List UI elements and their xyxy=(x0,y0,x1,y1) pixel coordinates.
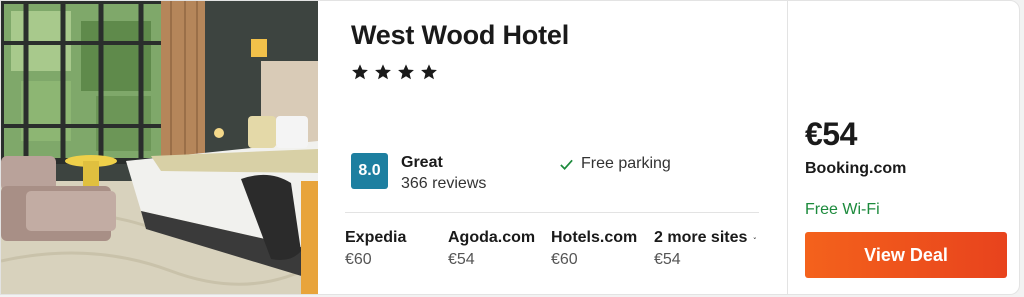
other-sites-list: Expedia €60 Agoda.com €54 Hotels.com €60… xyxy=(345,228,757,272)
deal-provider: Booking.com xyxy=(805,160,907,177)
site-offer-agoda[interactable]: Agoda.com €54 xyxy=(448,228,551,272)
more-sites-text: 2 more sites xyxy=(654,229,748,246)
star-icon xyxy=(352,64,368,80)
star-icon xyxy=(375,64,391,80)
hotel-result-card[interactable]: West Wood Hotel 8.0 Great 366 reviews Fr… xyxy=(0,0,1020,295)
view-deal-button[interactable]: View Deal xyxy=(805,232,1007,278)
star-rating xyxy=(351,63,438,81)
site-name: Expedia xyxy=(345,229,407,246)
star-icon xyxy=(421,64,437,80)
review-rating[interactable]: 8.0 Great 366 reviews xyxy=(351,153,486,195)
chevron-down-icon xyxy=(753,237,757,239)
hotel-info: West Wood Hotel 8.0 Great 366 reviews Fr… xyxy=(318,1,787,294)
site-offer-hotels[interactable]: Hotels.com €60 xyxy=(551,228,654,272)
more-sites-label: 2 more sites xyxy=(654,228,757,248)
site-offer-expedia[interactable]: Expedia €60 xyxy=(345,228,448,272)
deal-perk: Free Wi-Fi xyxy=(805,201,880,218)
check-icon xyxy=(560,159,573,170)
site-price: €60 xyxy=(551,251,578,268)
score-badge: 8.0 xyxy=(351,153,388,189)
deal-price: €54 xyxy=(805,116,857,152)
divider xyxy=(345,212,759,213)
amenity-free-parking: Free parking xyxy=(559,155,671,173)
site-name: Hotels.com xyxy=(551,229,638,246)
star-icon xyxy=(398,64,414,80)
site-price: €60 xyxy=(345,251,372,268)
site-price: €54 xyxy=(654,251,681,268)
rating-text: Great 366 reviews xyxy=(401,153,486,195)
site-name: Agoda.com xyxy=(448,229,536,246)
best-deal-panel: €54 Booking.com Free Wi-Fi View Deal xyxy=(788,1,1019,294)
hotel-room-image xyxy=(1,1,318,294)
hotel-name[interactable]: West Wood Hotel xyxy=(351,20,569,51)
review-count: 366 reviews xyxy=(401,175,487,192)
site-price: €54 xyxy=(448,251,475,268)
more-sites-dropdown[interactable]: 2 more sites €54 xyxy=(654,228,757,272)
rating-label: Great xyxy=(401,154,443,171)
hotel-photo[interactable] xyxy=(1,1,318,294)
amenity-label: Free parking xyxy=(581,155,671,172)
